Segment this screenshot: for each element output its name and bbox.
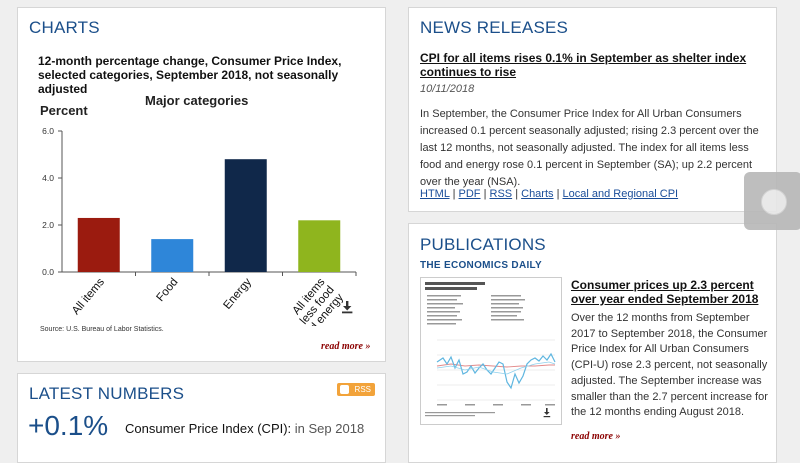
news-link-rss[interactable]: RSS [490, 188, 513, 200]
chart-subtitle: Major categories [145, 93, 249, 108]
download-icon[interactable] [340, 300, 354, 319]
news-date: 10/11/2018 [420, 83, 475, 95]
bar-0 [77, 217, 120, 272]
news-panel: NEWS RELEASES CPI for all items rises 0.… [408, 7, 777, 212]
x-tick-label: All itemsless foodand energy [281, 276, 346, 326]
cpi-period-text: in Sep 2018 [291, 421, 365, 436]
assistive-touch-icon [761, 189, 787, 215]
economics-daily-label: THE ECONOMICS DAILY [420, 260, 543, 271]
link-separator: | [449, 188, 459, 200]
cpi-latest-value: +0.1% [28, 410, 109, 441]
cpi-latest-label: Consumer Price Index (CPI): in Sep 2018 [125, 421, 364, 436]
charts-heading: CHARTS [29, 18, 100, 37]
news-link-html[interactable]: HTML [420, 188, 450, 200]
latest-numbers-panel: LATEST NUMBERS RSS +0.1% Consumer Price … [17, 373, 386, 463]
publication-read-more-link[interactable]: read more » [571, 431, 620, 442]
x-tick-label: All items [70, 276, 107, 317]
thumbnail-line-chart-image [425, 282, 556, 418]
bar-3 [298, 220, 341, 272]
cpi-label-text[interactable]: Consumer Price Index (CPI): [125, 421, 291, 436]
charts-read-more-link[interactable]: read more » [321, 341, 370, 352]
x-tick-label: Energy [221, 276, 254, 312]
link-separator: | [512, 188, 522, 200]
rss-feed-button[interactable]: RSS [337, 383, 375, 396]
publications-heading: PUBLICATIONS [420, 235, 546, 254]
rss-label: RSS [354, 385, 371, 394]
publications-panel: PUBLICATIONS THE ECONOMICS DAILY Consume… [408, 223, 777, 463]
y-tick-label: 2.0 [42, 220, 54, 230]
ted-chart-thumbnail[interactable] [420, 277, 562, 425]
charts-panel: CHARTS 12-month percentage change, Consu… [17, 7, 386, 362]
y-tick-label: 6.0 [42, 126, 54, 136]
cpi-bar-chart: 0.0 2.0 4.0 6.0 All items Food Energy All items… [42, 126, 357, 326]
news-headline-link[interactable]: CPI for all items rises 0.1% in Septembe… [420, 51, 760, 79]
news-heading: NEWS RELEASES [420, 18, 569, 37]
news-link-charts[interactable]: Charts [521, 188, 553, 200]
y-tick-label: 4.0 [42, 173, 54, 183]
bar-2 [224, 159, 267, 272]
publication-body: Over the 12 months from September 2017 t… [571, 312, 768, 419]
y-tick-label: 0.0 [42, 267, 54, 277]
latest-heading: LATEST NUMBERS [29, 384, 185, 403]
rss-icon [340, 385, 349, 394]
news-format-links: HTML | PDF | RSS | Charts | Local and Re… [420, 188, 678, 200]
news-link-pdf[interactable]: PDF [459, 188, 481, 200]
chart-title: 12-month percentage change, Consumer Pri… [38, 54, 342, 96]
x-tick-label: Food [155, 276, 181, 304]
publication-headline-link[interactable]: Consumer prices up 2.3 percent over year… [571, 278, 771, 306]
link-separator: | [480, 188, 490, 200]
bar-1 [151, 239, 194, 272]
news-link-local-regional[interactable]: Local and Regional CPI [563, 188, 679, 200]
news-body: In September, the Consumer Price Index f… [420, 108, 759, 188]
link-separator: | [553, 188, 563, 200]
chart-source: Source: U.S. Bureau of Labor Statistics. [40, 326, 164, 333]
assistive-touch-button[interactable] [744, 172, 800, 230]
